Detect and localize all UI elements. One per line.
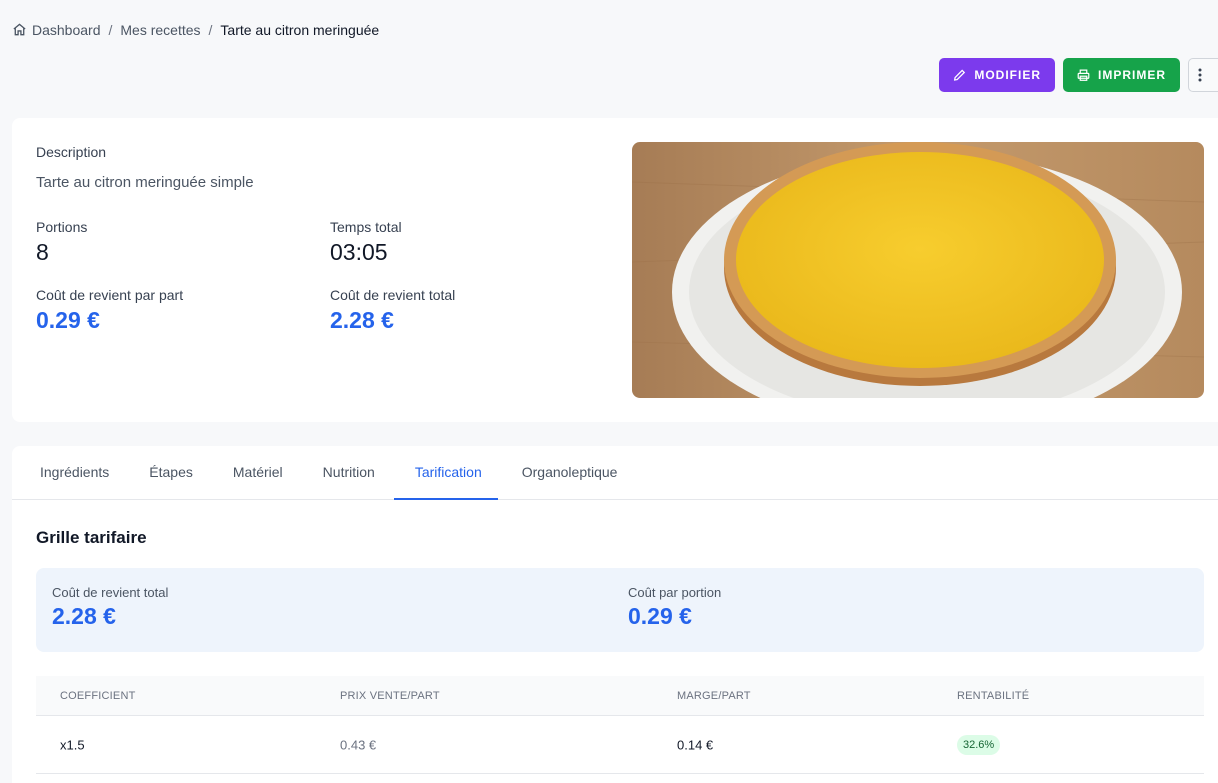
more-options-button[interactable] <box>1188 58 1218 92</box>
total-cost-value: 2.28 € <box>52 603 116 629</box>
cost-per-part-stat: Coût de revient par part 0.29 € <box>36 287 183 334</box>
pricing-table: COEFFICIENT PRIX VENTE/PART MARGE/PART R… <box>36 676 1204 774</box>
pricing-title: Grille tarifaire <box>36 528 147 547</box>
description-label: Description <box>36 144 107 160</box>
tab-bar: Ingrédients Étapes Matériel Nutrition Ta… <box>12 446 1218 500</box>
tab-organoleptique[interactable]: Organoleptique <box>498 446 634 499</box>
action-toolbar: MODIFIER IMPRIMER <box>939 58 1218 92</box>
column-header-prix: PRIX VENTE/PART <box>340 689 440 702</box>
portions-stat: Portions 8 <box>36 219 87 266</box>
tab-etapes[interactable]: Étapes <box>125 446 209 499</box>
modifier-button-label: MODIFIER <box>974 68 1041 82</box>
total-cost-item: Coût de revient total 2.28 € <box>52 585 168 630</box>
cell-coefficient: x1.5 <box>60 737 85 752</box>
time-label: Temps total <box>330 219 402 235</box>
breadcrumb-separator: / <box>208 22 213 38</box>
portion-cost-value: 0.29 € <box>628 603 692 629</box>
breadcrumb-dashboard[interactable]: Dashboard <box>32 22 101 38</box>
table-header: COEFFICIENT PRIX VENTE/PART MARGE/PART R… <box>36 676 1204 716</box>
tab-ingredients[interactable]: Ingrédients <box>16 446 125 499</box>
total-cost-label: Coût de revient total <box>52 585 169 600</box>
rentabilite-badge: 32.6% <box>957 734 1001 755</box>
home-icon[interactable] <box>12 22 28 38</box>
pencil-icon <box>953 69 966 81</box>
portion-cost-label: Coût par portion <box>628 585 722 600</box>
recipe-summary-card: Description Tarte au citron meringuée si… <box>12 118 1218 422</box>
recipe-details-card: Ingrédients Étapes Matériel Nutrition Ta… <box>12 446 1218 783</box>
cost-summary-box: Coût de revient total 2.28 € Coût par po… <box>36 568 1204 652</box>
cell-prix: 0.43 € <box>340 737 377 752</box>
recipe-photo <box>632 142 1204 398</box>
breadcrumb-separator: / <box>108 22 113 38</box>
portions-label: Portions <box>36 219 88 235</box>
portions-value: 8 <box>36 239 49 265</box>
column-header-marge: MARGE/PART <box>677 689 751 702</box>
column-header-rentabilite: RENTABILITÉ <box>957 689 1030 702</box>
tab-tarification[interactable]: Tarification <box>391 446 498 500</box>
imprimer-button-label: IMPRIMER <box>1098 68 1166 82</box>
cost-per-part-label: Coût de revient par part <box>36 287 184 303</box>
time-stat: Temps total 03:05 <box>330 219 402 266</box>
cell-marge: 0.14 € <box>677 737 714 752</box>
imprimer-button[interactable]: IMPRIMER <box>1063 58 1180 92</box>
tab-materiel[interactable]: Matériel <box>209 446 299 499</box>
cost-total-stat: Coût de revient total 2.28 € <box>330 287 455 334</box>
breadcrumb-mes-recettes[interactable]: Mes recettes <box>120 22 200 38</box>
cost-per-part-value: 0.29 € <box>36 307 100 333</box>
cost-total-label: Coût de revient total <box>330 287 456 303</box>
printer-icon <box>1077 69 1090 81</box>
modifier-button[interactable]: MODIFIER <box>939 58 1055 92</box>
portion-cost-item: Coût par portion 0.29 € <box>628 585 721 630</box>
breadcrumb-current: Tarte au citron meringuée <box>220 22 380 38</box>
tab-nutrition[interactable]: Nutrition <box>299 446 391 499</box>
more-vertical-icon <box>1198 68 1201 82</box>
column-header-coefficient: COEFFICIENT <box>60 689 136 702</box>
description-text: Tarte au citron meringuée simple <box>36 174 254 191</box>
time-value: 03:05 <box>330 239 388 265</box>
cost-total-value: 2.28 € <box>330 307 394 333</box>
table-row: x1.5 0.43 € 0.14 € 32.6% <box>36 716 1204 774</box>
breadcrumb: Dashboard / Mes recettes / Tarte au citr… <box>12 20 379 40</box>
